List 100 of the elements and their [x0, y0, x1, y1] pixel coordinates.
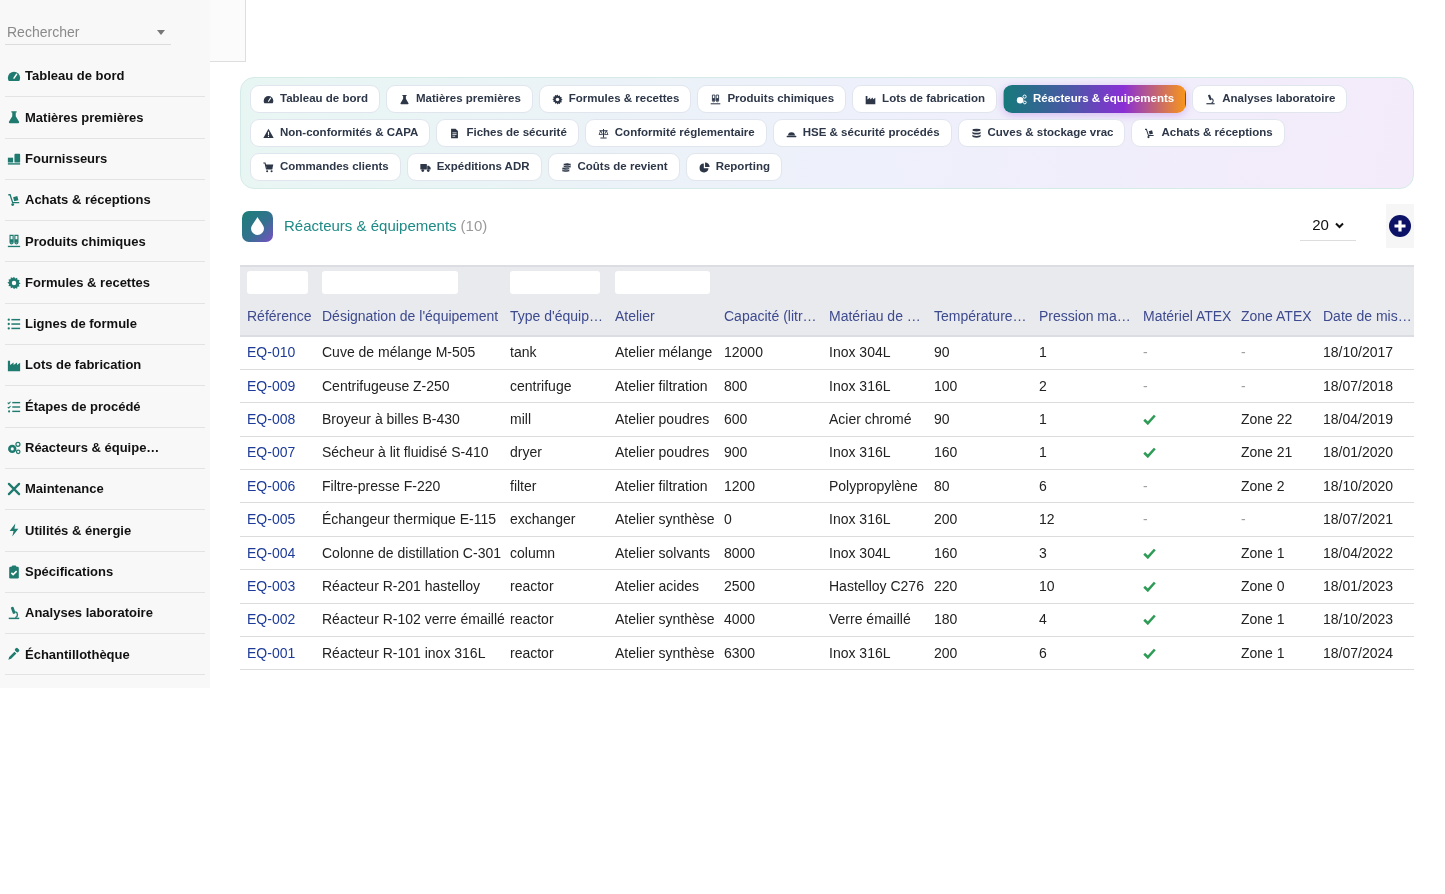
flask-icon [398, 93, 410, 105]
clipboard-check-icon [7, 564, 21, 579]
sidebar-item[interactable]: Maintenance [5, 468, 205, 511]
table-cell: Polypropylène [822, 469, 927, 503]
column-header[interactable]: Référence [240, 297, 315, 336]
column-header[interactable]: Zone ATEX [1234, 297, 1316, 336]
column-header[interactable]: Capacité (litr… [717, 297, 822, 336]
table-cell: 18/01/2020 [1316, 436, 1414, 470]
tab[interactable]: Matières premières [385, 85, 533, 113]
sidebar-item[interactable]: Matières premières [5, 97, 205, 139]
reference-link[interactable]: EQ-005 [247, 511, 296, 528]
sidebar-item[interactable]: Spécifications [5, 551, 205, 593]
add-button[interactable] [1386, 204, 1414, 248]
sidebar-item[interactable]: Lots de fabrication [5, 345, 205, 387]
reference-link[interactable]: EQ-008 [247, 410, 296, 427]
table-cell: 12 [1032, 502, 1136, 537]
warning-icon [263, 127, 274, 139]
table-cell: 90 [927, 402, 1032, 437]
table-cell: Inox 316L [822, 369, 927, 403]
table-cell: 18/04/2019 [1316, 402, 1414, 437]
table-cell: 18/01/2023 [1316, 569, 1414, 604]
reference-link[interactable]: EQ-004 [247, 544, 296, 561]
droplet-icon [242, 210, 273, 242]
tab[interactable]: Conformité réglementaire [584, 119, 767, 147]
hand-truck-icon [1144, 127, 1156, 139]
table-cell: Atelier synthèse [608, 636, 717, 670]
table-cell: Zone 21 [1234, 436, 1316, 470]
tab[interactable]: Formules & recettes [538, 85, 692, 113]
table-cell: - [1234, 336, 1316, 370]
table-cell: centrifuge [503, 369, 608, 403]
chevron-down-icon [1334, 222, 1344, 229]
microscope-icon [7, 606, 21, 620]
table-cell: Atelier poudres [608, 436, 717, 470]
column-header[interactable]: Température… [927, 297, 1032, 336]
column-header[interactable]: Matériau de … [822, 297, 927, 336]
table-cell: 6 [1032, 469, 1136, 503]
column-header[interactable]: Matériel ATEX [1136, 297, 1234, 336]
sidebar-item[interactable]: Produits chimiques [5, 221, 205, 263]
sidebar-item[interactable]: Tableau de bord [5, 56, 205, 98]
reference-link[interactable]: EQ-007 [247, 444, 296, 461]
column-header[interactable]: Pression ma… [1032, 297, 1136, 336]
flask-icon [7, 110, 21, 125]
reference-link[interactable]: EQ-006 [247, 477, 296, 494]
table-cell: 2 [1032, 369, 1136, 403]
factory-icon [865, 93, 877, 105]
hand-truck-icon [7, 193, 21, 208]
tab[interactable]: Produits chimiques [697, 85, 847, 113]
column-header[interactable]: Type d'équip… [503, 297, 608, 336]
tab[interactable]: HSE & sécurité procédés [772, 119, 952, 147]
table-cell: column [503, 536, 608, 570]
tab[interactable]: Expéditions ADR [406, 153, 542, 181]
table-cell: Atelier acides [608, 569, 717, 604]
table-cell: 18/10/2020 [1316, 469, 1414, 503]
table-cell: Centrifugeuse Z-250 [315, 369, 503, 403]
table-cell: reactor [503, 603, 608, 637]
sidebar-item[interactable]: Formules & recettes [5, 262, 205, 304]
tab[interactable]: Achats & réceptions [1131, 119, 1285, 147]
table-cell: - [1234, 369, 1316, 403]
column-header[interactable]: Date de mis… [1316, 297, 1414, 336]
column-header[interactable]: Atelier [608, 297, 717, 336]
table-cell: 18/04/2022 [1316, 536, 1414, 570]
tab[interactable]: Fiches de sécurité [436, 119, 579, 147]
sidebar-item[interactable]: Utilités & énergie [5, 510, 205, 552]
table-cell: 90 [927, 336, 1032, 370]
tab[interactable]: Non-conformités & CAPA [250, 119, 431, 147]
table-cell: 800 [717, 369, 822, 403]
tab[interactable]: Analyses laboratoire [1192, 85, 1348, 113]
table-cell: 220 [927, 569, 1032, 604]
reference-link[interactable]: EQ-009 [247, 377, 296, 394]
test-tubes-icon [7, 234, 21, 249]
search-field[interactable]: Rechercher [5, 20, 171, 45]
table-cell: Réacteur R-101 inox 316L [315, 636, 503, 670]
sidebar-item[interactable]: Échantillothèque [5, 634, 205, 676]
tab[interactable]: Lots de fabrication [852, 85, 997, 113]
tab[interactable]: Reporting [685, 153, 782, 181]
column-header[interactable]: Désignation de l'équipement [315, 297, 503, 336]
sidebar-item[interactable]: Fournisseurs [5, 138, 205, 180]
tab[interactable]: Commandes clients [250, 153, 401, 181]
table-cell: reactor [503, 636, 608, 670]
sidebar-item[interactable]: Achats & réceptions [5, 179, 205, 222]
table-cell: Inox 304L [822, 336, 927, 370]
tab[interactable]: Cuves & stockage vrac [957, 119, 1126, 147]
sidebar-item[interactable]: Réacteurs & équipe… [5, 427, 205, 469]
page-size-select[interactable]: 20 [1300, 211, 1356, 241]
tab[interactable]: Coûts de revient [547, 153, 680, 181]
table-cell: Verre émaillé [822, 603, 927, 637]
table-cell: 160 [927, 436, 1032, 470]
table-cell: - [1234, 502, 1316, 537]
table-cell: Atelier poudres [608, 402, 717, 437]
reference-link[interactable]: EQ-002 [247, 611, 296, 628]
sidebar-item[interactable]: Lignes de formule [5, 303, 205, 346]
balance-scale-icon [597, 127, 609, 139]
reference-link[interactable]: EQ-001 [247, 644, 296, 661]
reference-link[interactable]: EQ-003 [247, 577, 296, 594]
sidebar-item[interactable]: Analyses laboratoire [5, 592, 205, 635]
table-cell: 12000 [717, 336, 822, 370]
table-cell: 200 [927, 502, 1032, 537]
reference-link[interactable]: EQ-010 [247, 344, 296, 361]
sidebar-item[interactable]: Étapes de procédé [5, 386, 205, 428]
tab[interactable]: Tableau de bord [250, 85, 380, 113]
